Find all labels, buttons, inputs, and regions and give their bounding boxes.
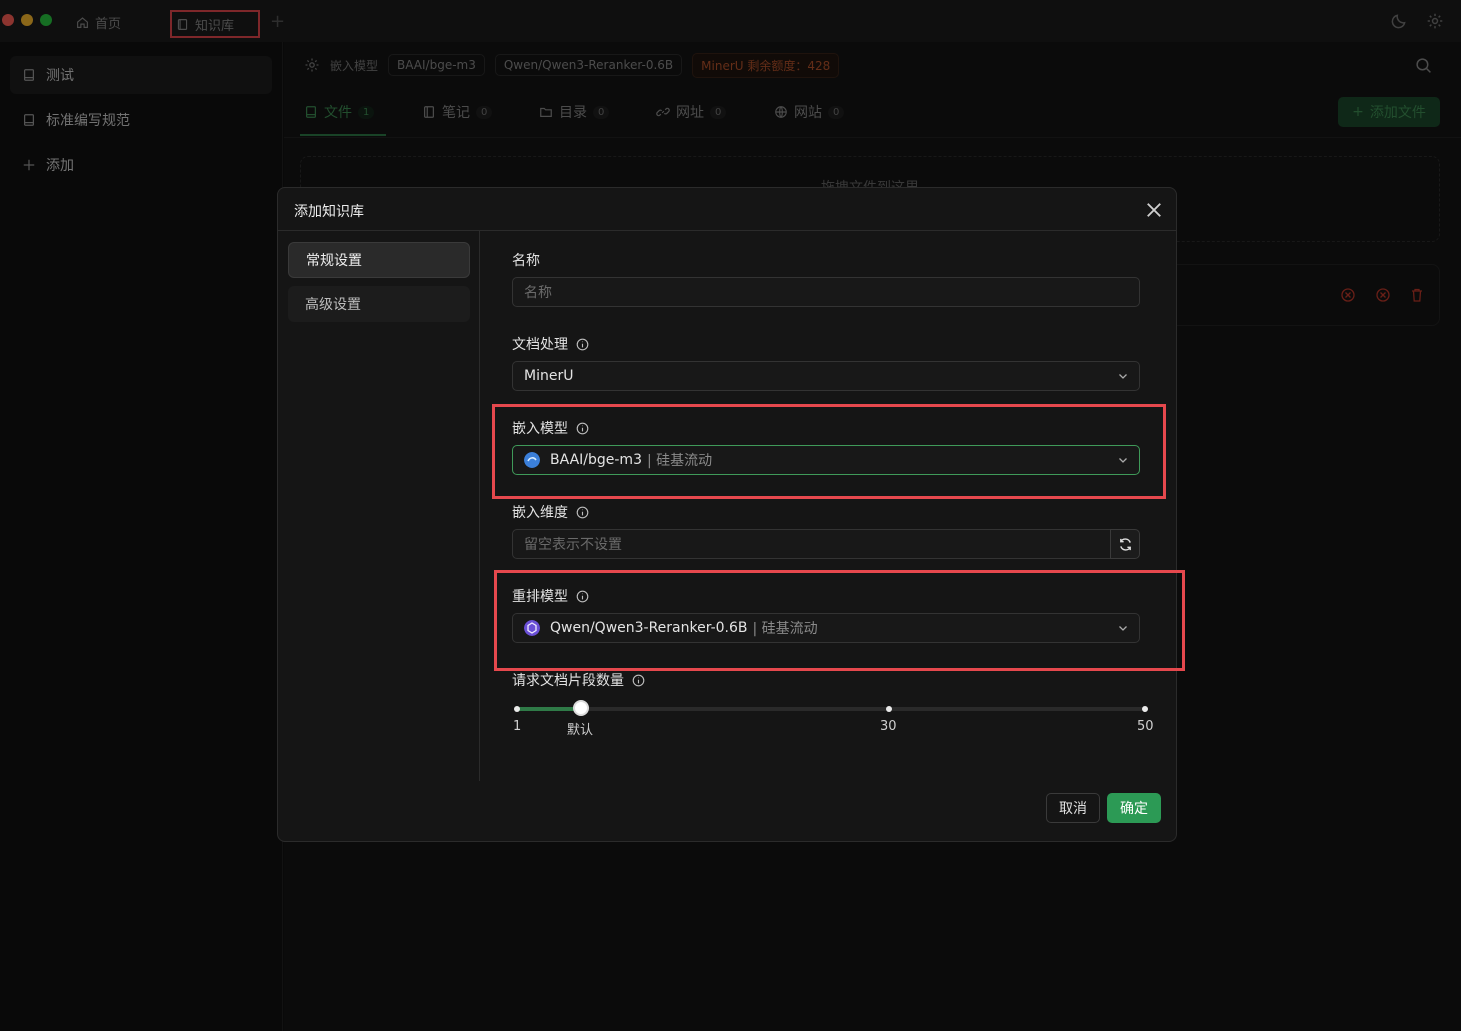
embed-dimension-placeholder: 留空表示不设置 — [524, 537, 622, 553]
doc-processing-label: 文档处理 — [512, 337, 568, 353]
name-label: 名称 — [512, 253, 540, 269]
info-icon[interactable] — [632, 674, 645, 687]
nav-general-settings-label: 常规设置 — [306, 253, 362, 269]
embed-dimension-input[interactable]: 留空表示不设置 — [512, 529, 1111, 559]
chunk-count-slider-handle[interactable] — [573, 700, 589, 716]
dialog-header: 添加知识库 — [278, 188, 1176, 231]
nav-advanced-settings-label: 高级设置 — [305, 297, 361, 313]
doc-processing-select[interactable]: MinerU — [512, 361, 1140, 391]
chunk-count-slider[interactable] — [517, 707, 1145, 711]
slider-mark-label: 1 — [513, 719, 522, 734]
refresh-icon — [1119, 537, 1131, 551]
close-icon[interactable] — [1144, 200, 1164, 220]
app-window: 首页 知识库 + 测试 标准编写规范 添加 嵌入模型 BAAI/bge-m3 Q… — [0, 0, 1461, 1031]
slider-mark-dot — [1142, 706, 1148, 712]
confirm-button[interactable]: 确定 — [1107, 793, 1161, 823]
info-icon[interactable] — [576, 506, 589, 519]
cancel-button[interactable]: 取消 — [1046, 793, 1100, 823]
refresh-dimension-button[interactable] — [1110, 529, 1140, 559]
slider-mark-label: 30 — [880, 719, 897, 734]
chunk-count-field-label: 请求文档片段数量 — [512, 670, 645, 690]
slider-mark-label: 默认 — [567, 723, 594, 738]
slider-mark-dot — [514, 706, 520, 712]
info-icon[interactable] — [576, 338, 589, 351]
dialog-title: 添加知识库 — [294, 204, 364, 220]
chunk-count-label: 请求文档片段数量 — [512, 673, 624, 689]
slider-mark-label: 50 — [1137, 719, 1154, 734]
nav-advanced-settings[interactable]: 高级设置 — [288, 286, 470, 322]
name-field-label: 名称 — [512, 250, 540, 270]
add-knowledge-base-dialog: 添加知识库 常规设置 高级设置 名称 名称 文档处理 MinerU 嵌入模型 B… — [277, 187, 1177, 842]
embed-dimension-field-label: 嵌入维度 — [512, 502, 589, 522]
embed-dimension-label: 嵌入维度 — [512, 505, 568, 521]
chunk-count-slider-track — [517, 707, 581, 711]
highlight-box-embed-model — [492, 404, 1166, 499]
nav-general-settings[interactable]: 常规设置 — [288, 242, 470, 278]
slider-mark-dot — [886, 706, 892, 712]
chevron-down-icon — [1119, 374, 1127, 379]
dialog-settings-nav: 常规设置 高级设置 — [278, 231, 480, 781]
doc-processing-value: MinerU — [524, 368, 574, 384]
doc-processing-field-label: 文档处理 — [512, 334, 589, 354]
name-placeholder: 名称 — [524, 285, 552, 301]
name-input[interactable]: 名称 — [512, 277, 1140, 307]
highlight-box-rerank-model — [494, 570, 1185, 671]
